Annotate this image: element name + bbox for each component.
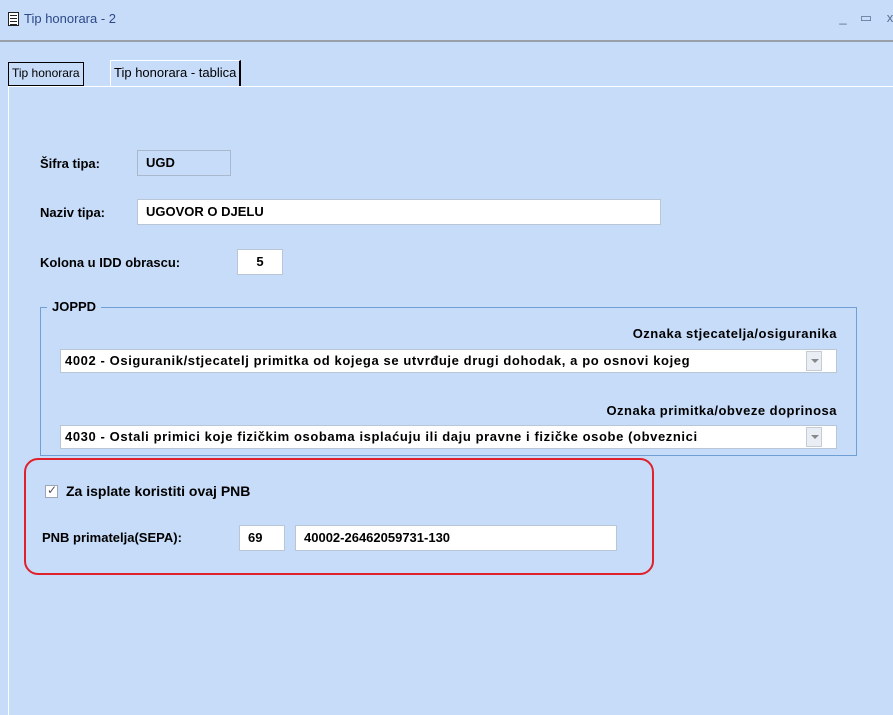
chevron-down-icon[interactable] [806, 427, 822, 447]
close-button[interactable]: x [882, 10, 893, 25]
naziv-tipa-field[interactable]: UGOVOR O DJELU [137, 199, 661, 225]
sifra-tipa-field[interactable]: UGD [137, 150, 231, 176]
pnb-label: PNB primatelja(SEPA): [42, 530, 182, 545]
pnb-number-field[interactable]: 40002-26462059731-130 [295, 525, 617, 551]
joppd-group-title: JOPPD [47, 299, 102, 314]
pnb-model-field[interactable]: 69 [239, 525, 285, 551]
naziv-tipa-label: Naziv tipa: [40, 205, 106, 220]
chevron-down-icon[interactable] [806, 351, 822, 371]
stjecatelj-select[interactable]: 4002 - Osiguranik/stjecatelj primitka od… [60, 349, 837, 373]
primitak-select-value: 4030 - Ostali primici koje fizičkim osob… [65, 429, 698, 444]
title-bar: Tip honorara - 2 _ ▭ x [0, 0, 893, 40]
sifra-tipa-label: Šifra tipa: [40, 156, 100, 171]
pnb-highlight-outline [24, 458, 654, 575]
tab-panel-left-border [8, 86, 9, 715]
kolona-idd-label: Kolona u IDD obrascu: [40, 255, 181, 270]
pnb-checkbox-label: Za isplate koristiti ovaj PNB [66, 483, 251, 499]
stjecatelj-label: Oznaka stjecatelja/osiguranika [632, 326, 837, 341]
window-title: Tip honorara - 2 [24, 11, 117, 26]
pnb-checkbox[interactable] [45, 483, 58, 498]
kolona-idd-field[interactable]: 5 [237, 249, 283, 275]
primitak-label: Oznaka primitka/obveze doprinosa [606, 403, 837, 418]
minimize-button[interactable]: _ [835, 10, 851, 25]
tab-panel-border [8, 86, 893, 87]
title-separator [0, 40, 893, 42]
tab-tip-honorara-tablica[interactable]: Tip honorara - tablica [110, 60, 242, 86]
maximize-button[interactable]: ▭ [858, 10, 874, 26]
stjecatelj-select-value: 4002 - Osiguranik/stjecatelj primitka od… [65, 353, 691, 368]
primitak-select[interactable]: 4030 - Ostali primici koje fizičkim osob… [60, 425, 837, 449]
tab-tip-honorara[interactable]: Tip honorara [8, 62, 84, 86]
window-menu-icon[interactable] [8, 12, 19, 26]
